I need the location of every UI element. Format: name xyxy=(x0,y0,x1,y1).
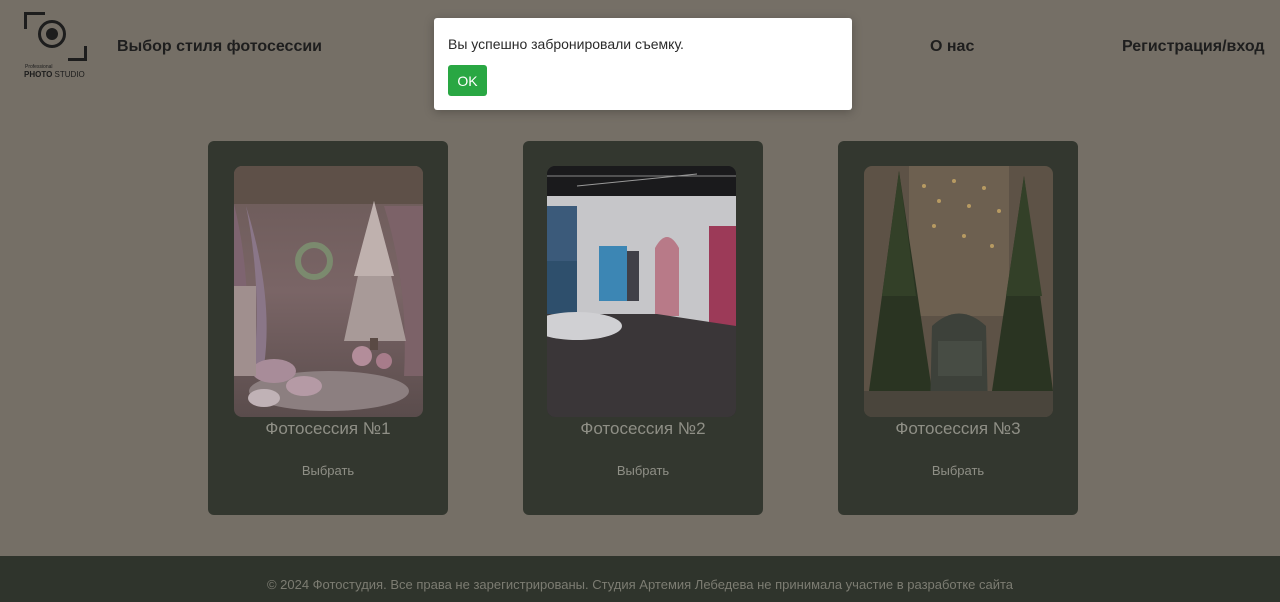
select-button-2[interactable]: Выбрать xyxy=(593,463,693,478)
site-footer: © 2024 Фотостудия. Все права не зарегист… xyxy=(0,556,1280,602)
photoshoot-title-1: Фотосессия №1 xyxy=(265,419,391,438)
photoshoot-image-3 xyxy=(864,166,1053,417)
photoshoot-image-2 xyxy=(547,166,736,417)
nav-link-auth[interactable]: Регистрация/вход xyxy=(1122,38,1265,56)
photoshoot-title-3: Фотосессия №3 xyxy=(895,419,1021,438)
dialog-message: Вы успешно забронировали съемку. xyxy=(448,36,684,52)
photoshoot-card-3: Фотосессия №3 Выбрать xyxy=(838,141,1078,515)
nav-link-styles[interactable]: Выбор стиля фотосессии xyxy=(117,38,322,56)
select-button-3[interactable]: Выбрать xyxy=(908,463,1008,478)
photoshoot-image-1 xyxy=(234,166,423,417)
camera-lens-icon xyxy=(38,20,66,48)
ok-button[interactable]: OK xyxy=(448,65,487,96)
photoshoot-title-2: Фотосессия №2 xyxy=(580,419,706,438)
logo-frame-corner xyxy=(68,46,87,61)
photo-studio-logo[interactable]: Professional PHOTO STUDIO xyxy=(22,12,88,84)
logo-name: PHOTO STUDIO xyxy=(24,70,85,79)
select-button-1[interactable]: Выбрать xyxy=(278,463,378,478)
photoshoot-cards: Фотосессия №1 Выбрать Фотосессия №2 Выбр… xyxy=(0,141,1280,515)
booking-success-dialog: Вы успешно забронировали съемку. OK xyxy=(434,18,852,110)
photoshoot-card-1: Фотосессия №1 Выбрать xyxy=(208,141,448,515)
nav-link-about[interactable]: О нас xyxy=(930,38,974,56)
photoshoot-card-2: Фотосессия №2 Выбрать xyxy=(523,141,763,515)
footer-copyright: © 2024 Фотостудия. Все права не зарегист… xyxy=(266,577,1014,592)
